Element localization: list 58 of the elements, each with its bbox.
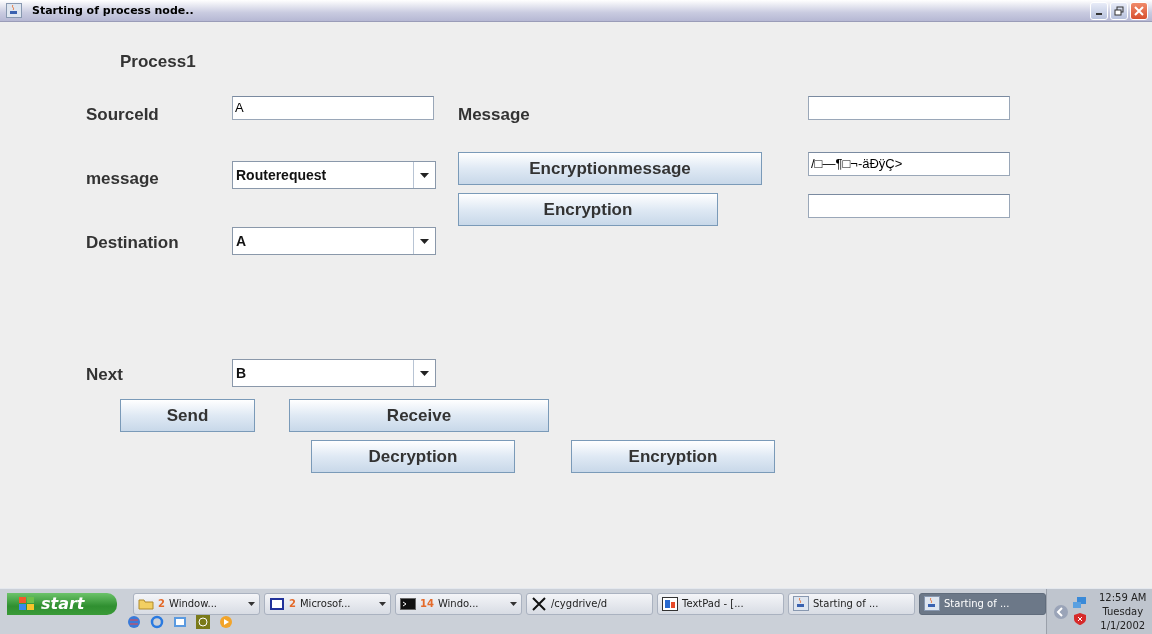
field-label: Next xyxy=(86,365,124,385)
taskbar-button[interactable]: 2 Microsof... xyxy=(264,592,391,615)
caret-icon xyxy=(248,601,255,606)
encryption-button[interactable]: Encryption xyxy=(571,440,775,473)
dropdown[interactable]: B xyxy=(232,359,436,387)
encrypted-field[interactable]: /□—¶□¬-äÐÿÇ> xyxy=(808,152,1010,176)
clock-icon[interactable] xyxy=(196,615,210,629)
message-field[interactable] xyxy=(808,96,1010,120)
document-icon xyxy=(269,596,285,611)
minimize-button[interactable] xyxy=(1090,1,1108,20)
shield-icon[interactable] xyxy=(1073,612,1087,626)
result-field[interactable] xyxy=(808,194,1010,218)
caret-icon xyxy=(420,238,429,244)
expand-tray-icon[interactable] xyxy=(1053,603,1069,620)
clock-day: Tuesday xyxy=(1102,604,1144,619)
start-button[interactable]: start xyxy=(7,592,117,615)
network-icon[interactable] xyxy=(1073,597,1087,610)
minimize-icon xyxy=(1096,12,1102,15)
taskbar-button[interactable]: 14 Windo... xyxy=(395,592,522,615)
window-title: Starting of process node.. xyxy=(32,4,195,17)
caret-icon xyxy=(379,601,386,606)
coffee-cup-icon xyxy=(924,596,940,611)
field-label: SourceId xyxy=(86,105,160,125)
source-id-field[interactable]: A xyxy=(232,96,434,120)
dropdown[interactable]: A xyxy=(232,227,436,255)
coffee-cup-icon xyxy=(793,596,809,611)
clock-time: 12:59 AM xyxy=(1099,590,1147,605)
encryption-message-button[interactable]: Encryptionmessage xyxy=(458,152,762,185)
console-icon xyxy=(400,597,416,610)
windows-logo-icon xyxy=(19,596,35,611)
taskbar-button[interactable]: Starting of ... xyxy=(919,592,1046,615)
field-label: Destination xyxy=(86,233,180,253)
coffee-cup-icon xyxy=(6,3,22,18)
field-label: Message xyxy=(458,105,531,125)
caret-icon xyxy=(420,172,429,178)
editor-icon xyxy=(662,596,678,611)
field-label: message xyxy=(86,169,160,189)
x-icon xyxy=(531,595,547,612)
taskbar-button[interactable]: 2 Window... xyxy=(133,592,260,615)
desktop-icon[interactable] xyxy=(173,615,187,629)
caret-icon xyxy=(420,370,429,376)
receive-button[interactable]: Receive xyxy=(289,399,549,432)
encryption-button[interactable]: Encryption xyxy=(458,193,718,226)
taskbar-button[interactable]: TextPad - [... xyxy=(657,592,784,615)
restore-icon xyxy=(1114,5,1124,16)
process-heading: Process1 xyxy=(120,52,196,72)
caret-icon xyxy=(510,601,517,606)
decryption-button[interactable]: Decryption xyxy=(311,440,515,473)
play-icon[interactable] xyxy=(219,615,233,629)
clock-date: 1/1/2002 xyxy=(1100,618,1146,633)
restore-button[interactable] xyxy=(1110,1,1128,20)
taskbar-button[interactable]: Starting of ... xyxy=(788,592,915,615)
folder-icon xyxy=(138,597,154,610)
close-icon xyxy=(1134,5,1144,16)
dropdown[interactable]: Routerequest xyxy=(232,161,436,189)
close-button[interactable] xyxy=(1130,1,1148,20)
send-button[interactable]: Send xyxy=(120,399,255,432)
taskbar-button[interactable]: /cygdrive/d xyxy=(526,592,653,615)
